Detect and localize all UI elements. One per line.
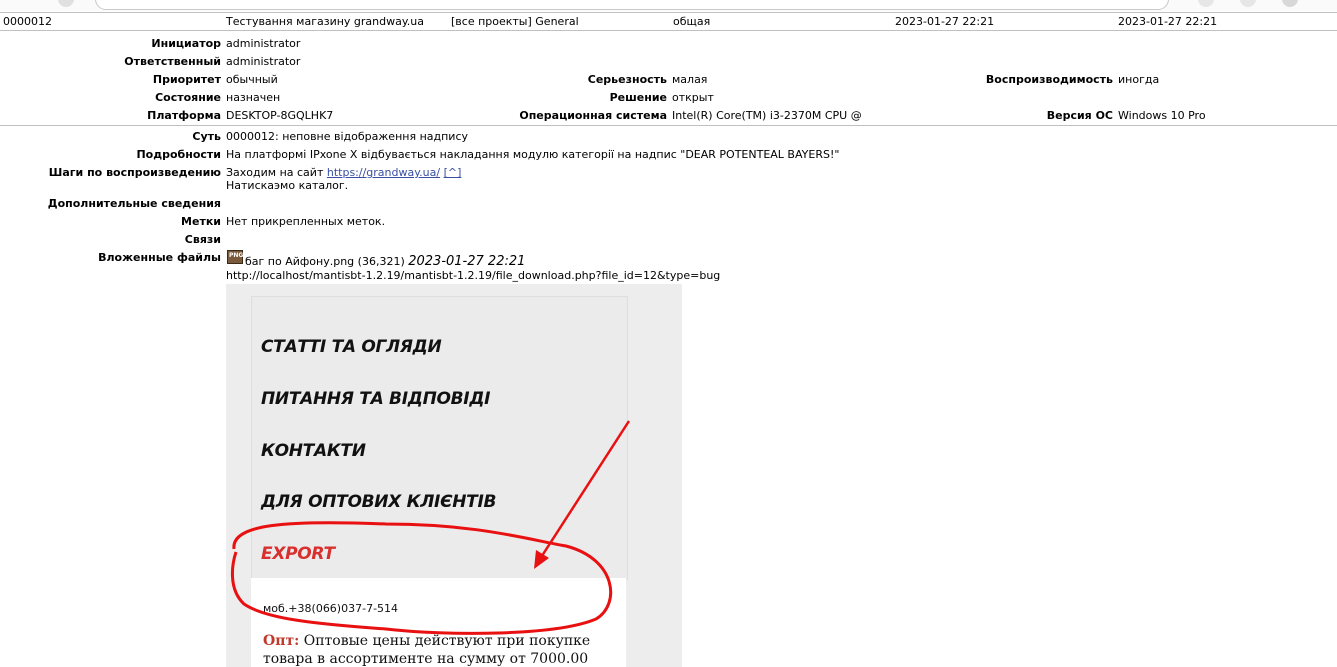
additional-info-label: Дополнительные сведения: [47, 197, 221, 210]
priority-value: обычный: [226, 73, 278, 86]
issue-view-status: общая: [673, 15, 711, 28]
tags-label: Метки: [181, 215, 221, 228]
os-label: Операционная система: [519, 109, 667, 122]
divider: [0, 30, 1337, 31]
status-value: назначен: [226, 91, 281, 104]
relations-label: Связи: [184, 233, 221, 246]
status-label: Состояние: [155, 91, 221, 104]
description-value: На платформі IPxone X відбувається накла…: [226, 148, 840, 161]
severity-label: Серьезность: [587, 73, 667, 86]
red-arrow-head: [534, 550, 549, 569]
platform-value: DESKTOP-8GQLHK7: [226, 109, 334, 122]
issue-category: [все проекты] General: [451, 15, 579, 28]
issue-submitted-date: 2023-01-27 22:21: [895, 15, 995, 28]
attachment-date: 2023-01-27 22:21: [408, 254, 526, 269]
attachment-file-name[interactable]: баг по Айфону.png (36,321): [245, 255, 405, 268]
attachment-info: баг по Айфону.png (36,321) 2023-01-27 22…: [245, 254, 525, 269]
reproducibility-value: иногда: [1118, 73, 1160, 86]
resolution-label: Решение: [609, 91, 667, 104]
steps-line-1: Заходим на сайт https://grandway.ua/ [^]: [226, 166, 461, 179]
os-version-value: Windows 10 Pro: [1118, 109, 1206, 122]
steps-external-link[interactable]: [^]: [444, 166, 462, 179]
attachment-preview-image: СТАТТІ ТА ОГЛЯДИ ПИТАННЯ ТА ВІДПОВІДІ КО…: [226, 284, 682, 667]
reporter-value: administrator: [226, 37, 301, 50]
menu-icon[interactable]: [1240, 0, 1256, 7]
issue-project: Тестування магазину grandway.ua: [226, 15, 425, 28]
browser-toolbar: [0, 0, 1337, 11]
red-arrow-shaft: [536, 420, 631, 563]
profile-avatar[interactable]: [1282, 0, 1298, 7]
assigned-label: Ответственный: [124, 55, 221, 68]
address-bar[interactable]: [95, 0, 1169, 10]
resolution-value: открыт: [672, 91, 714, 104]
summary-label: Суть: [192, 130, 221, 143]
description-label: Подробности: [136, 148, 221, 161]
priority-label: Приоритет: [152, 73, 221, 86]
steps-label: Шаги по воспроизведению: [48, 166, 221, 179]
attachment-url[interactable]: http://localhost/mantisbt-1.2.19/mantisb…: [226, 269, 720, 282]
attachments-label: Вложенные файлы: [98, 251, 221, 264]
reproducibility-label: Воспроизводимость: [985, 73, 1113, 86]
divider: [0, 12, 1337, 13]
extensions-icon[interactable]: [1198, 0, 1214, 7]
steps-site-link[interactable]: https://grandway.ua/: [327, 166, 440, 179]
severity-value: малая: [672, 73, 708, 86]
steps-line-2: Натискаэмо каталог.: [226, 179, 349, 192]
issue-id: 0000012: [3, 15, 52, 28]
platform-label: Платформа: [147, 109, 221, 122]
annotation-overlay: [231, 420, 631, 635]
issue-updated-date: 2023-01-27 22:21: [1118, 15, 1218, 28]
png-file-icon[interactable]: PNG: [227, 250, 243, 264]
assigned-value: administrator: [226, 55, 301, 68]
steps-text: Заходим на сайт: [226, 166, 327, 179]
tags-value: Нет прикрепленных меток.: [226, 215, 386, 228]
reporter-label: Инициатор: [151, 37, 221, 50]
reload-icon[interactable]: [58, 0, 74, 7]
summary-value: 0000012: неповне відображення надпису: [226, 130, 469, 143]
divider: [0, 125, 1337, 126]
os-value: Intel(R) Core(TM) i3-2370M CPU @: [672, 109, 862, 122]
os-version-label: Версия ОС: [1046, 109, 1113, 122]
